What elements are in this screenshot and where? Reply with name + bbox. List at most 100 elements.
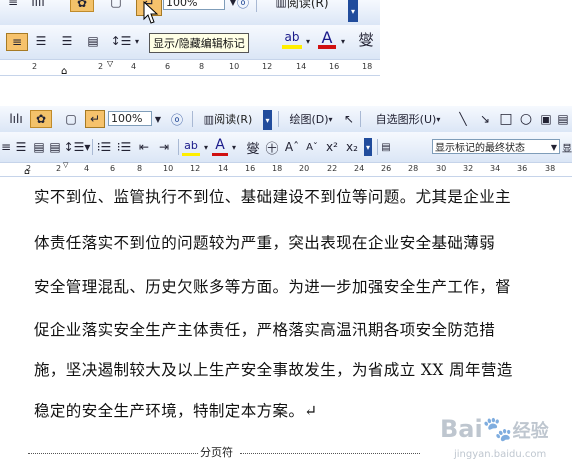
ruler-tick: 8	[199, 62, 205, 71]
read-label: 阅读(R)	[214, 113, 253, 126]
toolbar-options-icon[interactable]: ▾	[364, 138, 372, 156]
font-color-dropdown-icon[interactable]: ▾	[230, 139, 238, 155]
show-hide-marks-tooltip: 显示/隐藏编辑标记	[149, 33, 249, 53]
top-format-toolbar: ≡ ☰ ☰ ▤ ↕☰ ▾ 显示/隐藏编辑标记 ab ▾ A ▾ 燮	[0, 25, 380, 60]
arrow-tool-icon[interactable]: ↘	[478, 111, 492, 127]
numbering-icon[interactable]: ⁝☰	[96, 139, 112, 155]
autoshapes-menu-button[interactable]: 自选图形(U) ▾	[365, 111, 451, 127]
zoom-combo[interactable]: 100%	[108, 111, 152, 126]
show-menu-icon[interactable]: 显	[562, 139, 572, 155]
page-break-line	[28, 453, 198, 454]
document-ruler[interactable]: ⌂ 2 2 ▽ 4 6 8 10 12 14 16 18 20 22 24 26…	[0, 161, 572, 177]
align-left-button[interactable]: ≡	[0, 139, 12, 155]
read-button[interactable]: ▥ 阅读(R)	[262, 0, 342, 10]
zoom-combo[interactable]: 100%	[163, 0, 225, 10]
ruler-tick: 20	[299, 164, 310, 173]
document-line: 稳定的安全生产环境，特制定本方案。↵	[34, 402, 318, 420]
ruler-tick: 30	[436, 164, 447, 173]
vertical-textbox-tool-icon[interactable]: ▤	[556, 111, 570, 127]
toolbar-options-icon[interactable]: ▾	[263, 110, 272, 130]
web-icon[interactable]: ✿	[30, 110, 52, 128]
enclose-characters-icon[interactable]: ㊉	[264, 139, 280, 157]
page-break-label: 分页符	[200, 446, 233, 459]
watermark-brand-suffix: 经验	[512, 421, 549, 442]
increase-indent-icon[interactable]: ⇥	[156, 139, 172, 155]
ruler-tick: 14	[218, 164, 229, 173]
phonetic-icon[interactable]: 燮	[355, 31, 377, 49]
align-center-button[interactable]: ☰	[14, 139, 28, 155]
superscript-icon[interactable]: x²	[324, 139, 340, 155]
ruler-tick: 16	[245, 164, 256, 173]
first-line-indent-icon[interactable]: ▽	[107, 59, 113, 68]
line-spacing-icon[interactable]: ↕☰▾	[64, 139, 91, 155]
separator	[377, 139, 378, 155]
line-spacing-icon[interactable]: ↕☰	[111, 33, 132, 49]
highlight-icon[interactable]: ab	[182, 137, 200, 156]
phonetic-icon[interactable]: 燮	[244, 139, 262, 157]
distribute-button[interactable]: ▤	[48, 139, 62, 155]
subscript-icon[interactable]: x₂	[344, 139, 360, 155]
select-objects-icon[interactable]: ↖	[342, 111, 356, 127]
show-hide-marks-button[interactable]: ↵	[85, 110, 105, 128]
watermark-brand: Bai🐾经验	[440, 415, 549, 443]
map-icon[interactable]: ▢	[62, 111, 80, 127]
zoom-dropdown-icon[interactable]: ▼	[153, 111, 163, 127]
ruler-indent-marker-icon[interactable]: ⌂	[61, 66, 67, 77]
highlight-dropdown-icon[interactable]: ▾	[202, 139, 210, 155]
justify-button[interactable]: ▤	[32, 139, 46, 155]
justify-button[interactable]: ▤	[84, 33, 102, 49]
toolbar-options-icon[interactable]: ▾	[348, 0, 358, 22]
font-color-icon[interactable]: A	[318, 28, 336, 49]
line-spacing-dropdown-icon[interactable]: ▾	[132, 33, 142, 49]
highlight-icon[interactable]: ab	[282, 29, 302, 49]
mouse-cursor-icon	[143, 1, 159, 24]
ruler-tick: 10	[163, 164, 174, 173]
document-line: 实不到位、监管执行不到位、基础建设不到位等问题。尤其是企业主	[34, 188, 512, 206]
map-icon[interactable]: ▢	[106, 0, 126, 10]
ruler-tick: 6	[110, 164, 116, 173]
line-tool-icon[interactable]: ╲	[456, 111, 470, 127]
markup-display-combo[interactable]: 显示标记的最终状态	[432, 139, 560, 154]
review-pane-icon[interactable]: ▤	[380, 139, 392, 155]
draw-label: 绘图(D)	[289, 113, 329, 126]
document-line: 施，坚决遏制较大及以上生产安全事故发生，为省成立 XX 周年营造	[34, 361, 513, 379]
ruler-tick: 18	[272, 164, 283, 173]
ruler-tick: 36	[517, 164, 528, 173]
format-button[interactable]: ≡	[4, 0, 22, 10]
align-left-button[interactable]: ≡	[6, 33, 28, 51]
grow-font-icon[interactable]: Aˆ	[284, 139, 300, 155]
ruler-tick: 10	[229, 62, 240, 71]
standard-toolbar: lılı ✿ ▢ ↵ 100% ▼ ⓞ ▥ 阅读(R) ▾ 绘图(D) ▾ ↖ 自选…	[0, 106, 572, 133]
help-icon[interactable]: ⓞ	[170, 111, 184, 127]
decrease-indent-icon[interactable]: ⇤	[136, 139, 152, 155]
read-button[interactable]: ▥ 阅读(R)	[197, 111, 259, 127]
read-label: 阅读(R)	[286, 0, 329, 10]
separator	[256, 0, 257, 12]
ruler-tick: 38	[545, 164, 556, 173]
web-icon[interactable]: ✿	[70, 0, 94, 12]
textbox-tool-icon[interactable]: ▣	[538, 111, 554, 127]
shrink-font-icon[interactable]: Aˇ	[304, 139, 320, 155]
ruler-tick: 16	[329, 62, 340, 71]
help-icon[interactable]: ⓞ	[236, 0, 250, 10]
font-color-dropdown-icon[interactable]: ▾	[338, 33, 348, 49]
chart-icon[interactable]: lılı	[6, 111, 26, 127]
top-ruler[interactable]: 2 ⌂ 2 ▽ 4 6 8 10 12 14 16 18	[0, 59, 380, 77]
align-right-button[interactable]: ☰	[58, 33, 76, 49]
ruler-tick: 2	[56, 164, 62, 173]
chart-icon[interactable]: lılı	[28, 0, 48, 10]
align-center-button[interactable]: ☰	[32, 33, 50, 49]
oval-tool-icon[interactable]: ○	[518, 111, 534, 127]
document-line: 安全管理混乱、历史欠账多等方面。为进一步加强安全生产工作，督	[34, 278, 512, 296]
rectangle-tool-icon[interactable]: □	[498, 111, 514, 127]
font-color-icon[interactable]: A	[212, 137, 228, 156]
highlight-dropdown-icon[interactable]: ▾	[303, 33, 313, 49]
page-break-line	[240, 453, 420, 454]
bullets-icon[interactable]: ⁝☰	[116, 139, 132, 155]
first-line-indent-icon[interactable]: ▽	[63, 161, 68, 169]
ruler-tick: 8	[137, 164, 143, 173]
ruler-tick: 4	[131, 62, 137, 71]
separator	[360, 111, 361, 127]
markup-dropdown-icon[interactable]: ▼	[548, 139, 560, 155]
draw-menu-button[interactable]: 绘图(D) ▾	[283, 111, 339, 127]
